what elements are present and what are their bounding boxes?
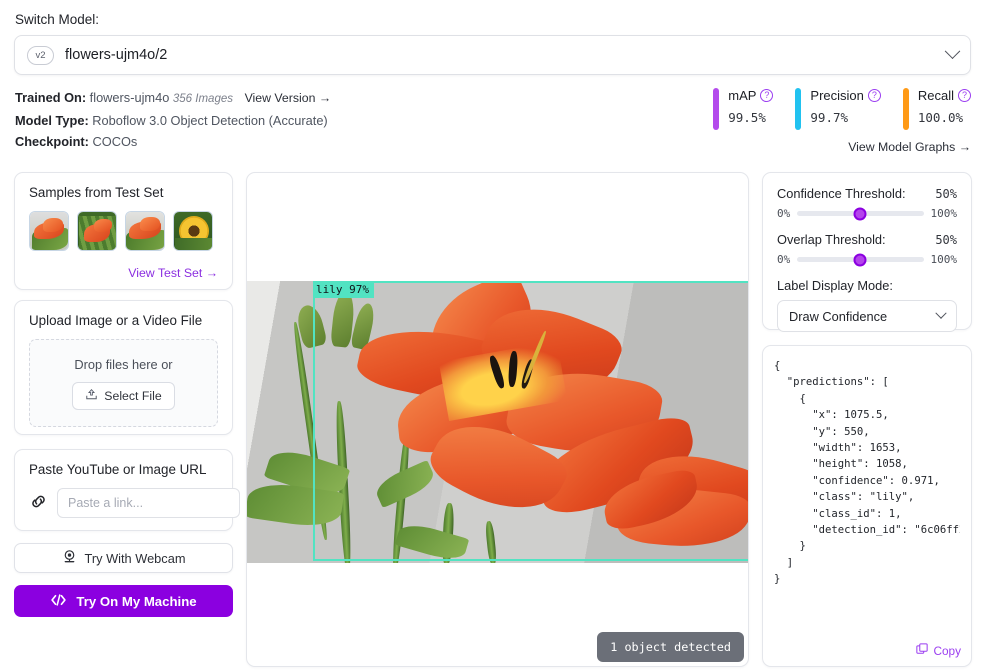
drop-files-text: Drop files here or: [74, 356, 173, 372]
selected-model-name: flowers-ujm4o/2: [65, 47, 168, 63]
help-icon[interactable]: ?: [867, 89, 881, 102]
link-icon: [29, 492, 48, 514]
overlap-label: Overlap Threshold:: [777, 232, 886, 247]
overlap-value: 50%: [935, 233, 957, 247]
upload-title: Upload Image or a Video File: [29, 313, 203, 328]
confidence-track[interactable]: [797, 207, 924, 220]
url-card: Paste YouTube or Image URL: [14, 449, 240, 531]
metric-value: 99.7%: [810, 110, 849, 125]
metric-value: 99.5%: [728, 110, 766, 125]
upload-icon: [85, 388, 98, 404]
confidence-max: 100%: [930, 207, 958, 220]
metric-precision: Precision? 99.7%: [795, 88, 902, 130]
inference-page: Switch Model: v2 flowers-ujm4o/2 Trained…: [0, 0, 985, 672]
help-icon[interactable]: ?: [958, 89, 971, 102]
overlap-slider[interactable]: 0% 100%: [777, 253, 957, 266]
overlap-max: 100%: [930, 253, 958, 266]
view-test-set-link[interactable]: View Test Set →: [128, 266, 218, 280]
copy-label: Copy: [933, 643, 961, 658]
copy-button[interactable]: Copy: [916, 643, 961, 658]
confidence-knob[interactable]: [853, 207, 867, 220]
confidence-value: 50%: [935, 187, 957, 201]
upload-card: Upload Image or a Video File Drop files …: [14, 300, 233, 435]
checkpoint-label: Checkpoint:: [15, 134, 89, 149]
model-type-row: Model Type: Roboflow 3.0 Object Detectio…: [15, 110, 331, 131]
url-title: Paste YouTube or Image URL: [29, 462, 207, 477]
metric-color-bar: [795, 88, 802, 130]
switch-model-label: Switch Model:: [15, 12, 100, 27]
model-type-value: Roboflow 3.0 Object Detection (Accurate): [92, 113, 328, 128]
overlap-track[interactable]: [797, 253, 924, 266]
code-icon: [50, 593, 67, 610]
help-icon[interactable]: ?: [760, 89, 774, 102]
sample-thumbnail-lily-3[interactable]: [125, 211, 165, 251]
samples-card: Samples from Test Set View Test Set →: [14, 172, 233, 290]
model-selector-dropdown[interactable]: v2 flowers-ujm4o/2: [14, 35, 971, 75]
detection-label: lily 97%: [313, 282, 374, 298]
model-metadata: Trained On: flowers-ujm4o 356 Images Vie…: [15, 87, 331, 152]
model-type-label: Model Type:: [15, 113, 89, 128]
sample-thumbnail-lily-1[interactable]: [29, 211, 69, 251]
label-mode-value: Draw Confidence: [789, 308, 888, 324]
select-file-button[interactable]: Select File: [72, 381, 175, 410]
confidence-row: Confidence Threshold: 50%: [777, 186, 957, 201]
confidence-label: Confidence Threshold:: [777, 186, 906, 201]
confidence-min: 0%: [777, 207, 791, 220]
select-file-label: Select File: [104, 388, 162, 403]
copy-icon: [916, 643, 929, 658]
metric-label: Recall: [917, 88, 954, 103]
sample-thumbnail-list: [29, 211, 218, 251]
metric-label: Precision: [810, 88, 864, 103]
trained-on-row: Trained On: flowers-ujm4o 356 Images Vie…: [15, 87, 331, 110]
status-badge: 1 object detected: [597, 632, 744, 662]
metric-value: 100.0%: [917, 110, 964, 125]
confidence-slider[interactable]: 0% 100%: [777, 207, 957, 220]
detection-bounding-box: lily 97%: [313, 281, 748, 561]
webcam-icon: [62, 549, 77, 567]
sample-thumbnail-sunflower-4[interactable]: [173, 211, 213, 251]
overlap-min: 0%: [777, 253, 791, 266]
try-with-webcam-button[interactable]: Try With Webcam: [14, 543, 233, 573]
overlap-knob[interactable]: [853, 253, 867, 266]
file-dropzone[interactable]: Drop files here or Select File: [29, 339, 218, 427]
inference-settings-card: Confidence Threshold: 50% 0% 100% Overla…: [762, 172, 972, 332]
metric-label: mAP: [728, 88, 757, 103]
chevron-down-icon: [944, 42, 961, 59]
machine-label: Try On My Machine: [76, 593, 197, 609]
view-model-graphs-link[interactable]: View Model Graphs →: [848, 140, 971, 154]
metric-recall: Recall? 100.0%: [902, 88, 971, 130]
url-input-row: [29, 488, 240, 518]
try-on-my-machine-button[interactable]: Try On My Machine: [14, 585, 233, 617]
samples-title: Samples from Test Set: [29, 185, 164, 200]
webcam-label: Try With Webcam: [84, 550, 186, 566]
checkpoint-row: Checkpoint: COCOs: [15, 131, 331, 152]
trained-on-label: Trained On:: [15, 90, 87, 105]
predictions-json-card: { "predictions": [ { "x": 1075.5, "y": 5…: [762, 345, 972, 667]
inference-image[interactable]: lily 97%: [247, 281, 748, 563]
trained-on-value: flowers-ujm4o: [89, 90, 170, 105]
checkpoint-value: COCOs: [92, 134, 138, 149]
metrics-summary: mAP? 99.5% Precision? 99.7% Recall? 100.…: [713, 88, 971, 130]
sample-thumbnail-lily-2[interactable]: [77, 211, 117, 251]
version-badge: v2: [27, 45, 54, 65]
label-mode-label: Label Display Mode:: [777, 278, 893, 293]
url-input[interactable]: [57, 488, 240, 518]
view-version-link[interactable]: View Version →: [245, 91, 332, 105]
image-count: 356 Images: [172, 93, 233, 105]
metric-color-bar: [902, 88, 909, 130]
chevron-down-icon: [935, 307, 947, 319]
predictions-json: { "predictions": [ { "x": 1075.5, "y": 5…: [774, 360, 960, 586]
inference-image-panel: lily 97% 1 object detected: [246, 172, 749, 667]
metric-map: mAP? 99.5%: [713, 88, 795, 130]
label-display-mode-dropdown[interactable]: Draw Confidence: [777, 300, 957, 332]
overlap-row: Overlap Threshold: 50%: [777, 232, 957, 247]
metric-color-bar: [713, 88, 720, 130]
